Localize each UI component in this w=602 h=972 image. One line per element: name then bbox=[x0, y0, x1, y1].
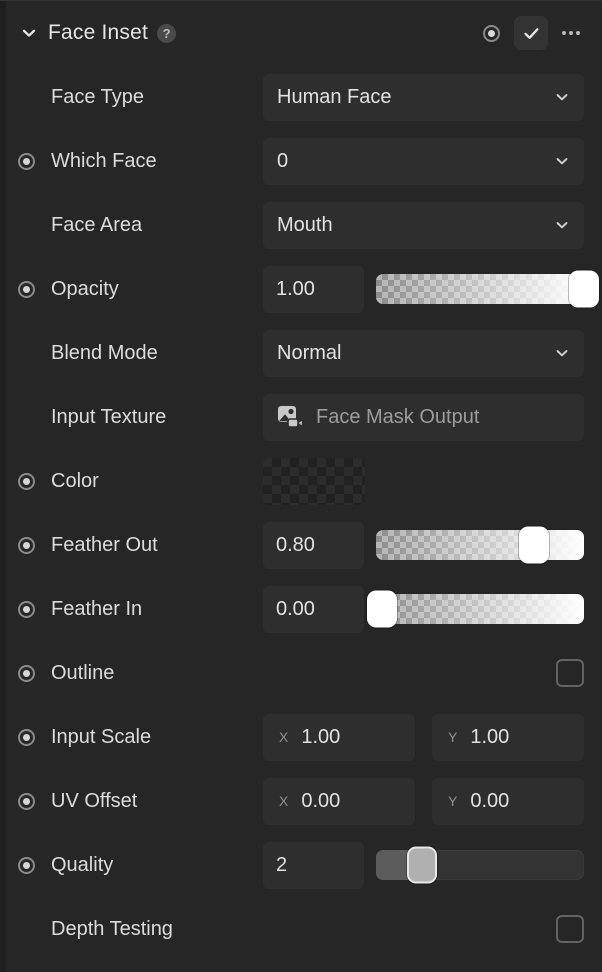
slider-thumb[interactable] bbox=[406, 846, 437, 884]
slider-thumb[interactable] bbox=[569, 270, 599, 308]
panel-header: Face Inset ? bbox=[0, 1, 602, 65]
blend-mode-select[interactable]: Normal bbox=[263, 329, 584, 377]
row-input-texture: Input Texture Face Mask Output bbox=[0, 385, 602, 449]
row-label: Outline bbox=[51, 661, 115, 684]
row-label: Face Type bbox=[51, 85, 145, 108]
row-color: Color #FFFFFF00 bbox=[0, 449, 602, 513]
row-face-area: Face Area Mouth bbox=[0, 193, 602, 257]
chevron-down-icon[interactable] bbox=[18, 22, 40, 44]
header-actions bbox=[474, 16, 588, 50]
check-icon[interactable] bbox=[514, 16, 548, 50]
row-label: Opacity bbox=[51, 277, 119, 300]
row-label: Quality bbox=[51, 853, 114, 876]
texture-value: Face Mask Output bbox=[316, 405, 480, 428]
record-dot-icon[interactable] bbox=[17, 728, 35, 746]
axis-label-x: X bbox=[279, 729, 289, 745]
row-feather-out: Feather Out 0.80 bbox=[0, 513, 602, 577]
chevron-down-icon bbox=[554, 345, 570, 361]
record-dot-icon[interactable] bbox=[17, 664, 35, 682]
page-title: Face Inset bbox=[48, 21, 149, 44]
row-label: Feather Out bbox=[51, 533, 158, 556]
feather-in-slider[interactable] bbox=[367, 590, 584, 628]
depth-testing-checkbox[interactable] bbox=[556, 915, 584, 943]
select-value: 0 bbox=[277, 149, 289, 172]
row-blend-mode: Blend Mode Normal bbox=[0, 321, 602, 385]
row-feather-in: Feather In 0.00 bbox=[0, 577, 602, 641]
row-label: Blend Mode bbox=[51, 341, 158, 364]
row-label: Feather In bbox=[51, 597, 143, 620]
row-opacity: Opacity 1.00 bbox=[0, 257, 602, 321]
record-dot-icon[interactable] bbox=[17, 472, 35, 490]
numeric-value: 0.00 bbox=[276, 597, 315, 620]
row-label: Which Face bbox=[51, 149, 157, 172]
uv-offset-x-field[interactable]: X 0.00 bbox=[263, 777, 415, 825]
feather-out-input[interactable]: 0.80 bbox=[263, 521, 364, 569]
image-video-icon bbox=[277, 405, 304, 430]
select-value: Mouth bbox=[277, 213, 333, 236]
slider-track bbox=[376, 274, 584, 304]
opacity-input[interactable]: 1.00 bbox=[263, 265, 364, 313]
axis-label-y: Y bbox=[448, 729, 458, 745]
record-dot-icon[interactable] bbox=[474, 16, 508, 50]
input-scale-x-field[interactable]: X 1.00 bbox=[263, 713, 415, 761]
quality-slider[interactable] bbox=[376, 846, 584, 884]
outline-checkbox[interactable] bbox=[556, 659, 584, 687]
numeric-value: 1.00 bbox=[276, 277, 315, 300]
row-label: Depth Testing bbox=[51, 917, 173, 940]
record-dot-icon[interactable] bbox=[17, 792, 35, 810]
input-scale-y-field[interactable]: Y 1.00 bbox=[432, 713, 584, 761]
slider-track bbox=[376, 594, 584, 624]
select-value: Normal bbox=[277, 341, 342, 364]
face-inset-panel: Face Inset ? Face Type Human Face Which … bbox=[0, 0, 602, 972]
slider-track bbox=[376, 530, 584, 560]
row-quality: Quality 2 bbox=[0, 833, 602, 897]
chevron-down-icon bbox=[554, 217, 570, 233]
row-depth-testing: Depth Testing bbox=[0, 897, 602, 961]
record-dot-icon[interactable] bbox=[17, 152, 35, 170]
row-label: Input Texture bbox=[51, 405, 167, 428]
color-swatch[interactable] bbox=[263, 457, 365, 505]
record-dot-icon[interactable] bbox=[17, 280, 35, 298]
feather-out-slider[interactable] bbox=[376, 526, 584, 564]
chevron-down-icon bbox=[554, 89, 570, 105]
row-which-face: Which Face 0 bbox=[0, 129, 602, 193]
quality-input[interactable]: 2 bbox=[263, 841, 364, 889]
record-dot-icon[interactable] bbox=[17, 600, 35, 618]
row-label: Face Area bbox=[51, 213, 143, 236]
row-label: Input Scale bbox=[51, 725, 152, 748]
which-face-select[interactable]: 0 bbox=[263, 137, 584, 185]
slider-thumb[interactable] bbox=[519, 526, 550, 564]
row-label: Color bbox=[51, 469, 99, 492]
row-label: UV Offset bbox=[51, 789, 138, 812]
numeric-value: 1.00 bbox=[301, 725, 341, 748]
row-input-scale: Input Scale X 1.00 Y 1.00 bbox=[0, 705, 602, 769]
numeric-value: 1.00 bbox=[470, 725, 510, 748]
slider-thumb[interactable] bbox=[367, 590, 398, 628]
numeric-value: 2 bbox=[276, 853, 288, 876]
select-value: Human Face bbox=[277, 85, 392, 108]
face-area-select[interactable]: Mouth bbox=[263, 201, 584, 249]
axis-label-x: X bbox=[279, 793, 289, 809]
axis-label-y: Y bbox=[448, 793, 458, 809]
input-texture-field[interactable]: Face Mask Output bbox=[263, 393, 584, 441]
more-options-icon[interactable] bbox=[554, 16, 588, 50]
record-dot-icon[interactable] bbox=[17, 536, 35, 554]
numeric-value: 0.00 bbox=[470, 789, 510, 812]
record-dot-icon[interactable] bbox=[17, 856, 35, 874]
opacity-slider[interactable] bbox=[376, 270, 599, 308]
numeric-value: 0.80 bbox=[276, 533, 315, 556]
face-type-select[interactable]: Human Face bbox=[263, 73, 584, 121]
row-outline: Outline bbox=[0, 641, 602, 705]
chevron-down-icon bbox=[554, 153, 570, 169]
help-circle-icon[interactable]: ? bbox=[157, 23, 177, 43]
row-face-type: Face Type Human Face bbox=[0, 65, 602, 129]
row-uv-offset: UV Offset X 0.00 Y 0.00 bbox=[0, 769, 602, 833]
numeric-value: 0.00 bbox=[301, 789, 341, 812]
feather-in-input[interactable]: 0.00 bbox=[263, 585, 364, 633]
uv-offset-y-field[interactable]: Y 0.00 bbox=[432, 777, 584, 825]
